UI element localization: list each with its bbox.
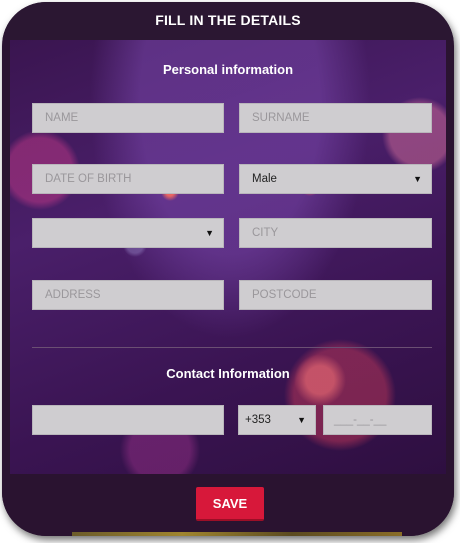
name-field[interactable]: NAME bbox=[32, 103, 224, 133]
section-divider bbox=[32, 347, 432, 348]
details-form-window: FILL IN THE DETAILS Personal information… bbox=[2, 2, 454, 536]
city-field[interactable]: CITY bbox=[239, 218, 432, 248]
phone-number-field[interactable]: ___-__-__ bbox=[323, 405, 432, 435]
date-of-birth-field[interactable]: DATE OF BIRTH bbox=[32, 164, 224, 194]
gender-select-value: Male bbox=[252, 173, 277, 185]
form-panel: Personal information NAME SURNAME DATE O… bbox=[10, 40, 446, 474]
personal-info-heading: Personal information bbox=[162, 62, 294, 77]
email-field[interactable] bbox=[32, 405, 224, 435]
chevron-down-icon: ▼ bbox=[205, 228, 214, 238]
gender-select[interactable]: Male ▼ bbox=[239, 164, 432, 194]
save-button[interactable]: SAVE bbox=[196, 487, 264, 521]
address-field[interactable]: ADDRESS bbox=[32, 280, 224, 310]
background-strip bbox=[72, 532, 402, 536]
contact-info-heading: Contact Information bbox=[166, 366, 290, 381]
chevron-down-icon: ▼ bbox=[297, 415, 306, 425]
form-title: FILL IN THE DETAILS bbox=[155, 12, 301, 28]
phone-code-value: +353 bbox=[245, 414, 271, 426]
surname-field[interactable]: SURNAME bbox=[239, 103, 432, 133]
postcode-field[interactable]: POSTCODE bbox=[239, 280, 432, 310]
phone-code-select[interactable]: +353 ▼ bbox=[238, 405, 316, 435]
chevron-down-icon: ▼ bbox=[413, 174, 422, 184]
country-select[interactable]: ▼ bbox=[32, 218, 224, 248]
form-header: FILL IN THE DETAILS bbox=[2, 2, 454, 40]
